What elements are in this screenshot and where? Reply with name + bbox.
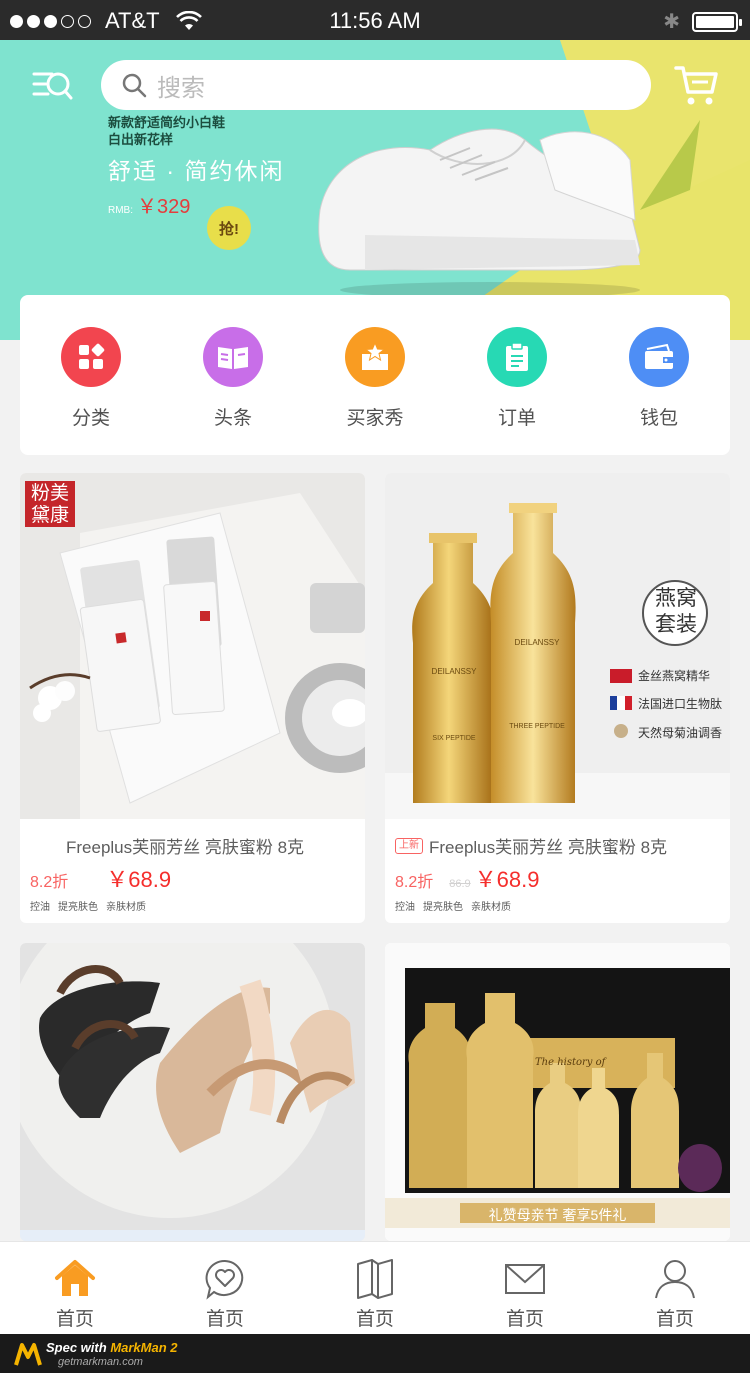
category-label: 分类 xyxy=(71,408,110,429)
bottle-label: SIX PEPTIDE xyxy=(432,735,476,742)
footer-prefix: Spec with xyxy=(46,1340,107,1355)
feature-tags: 控油 提亮肤色 亲肤材质 xyxy=(30,898,355,913)
status-bar: AT&T 11:56 AM ✱ xyxy=(0,0,750,40)
search-icon xyxy=(122,73,147,98)
product-card[interactable]: 燕窝 套装 金丝燕窝精华 法国进口生物肽 天然母菊油调香 DEILANSSY D… xyxy=(385,473,730,923)
currency-label: RMB: xyxy=(108,205,133,216)
tab-label: 首页 xyxy=(355,1309,394,1330)
battery-icon xyxy=(692,11,742,32)
category-item-4[interactable]: 钱包 xyxy=(588,295,730,455)
home-icon xyxy=(55,1260,95,1296)
feature-tag: 提亮肤色 xyxy=(58,902,98,913)
tab-home[interactable]: 首页 xyxy=(0,1242,150,1334)
product-set-label: 燕窝 套装 xyxy=(654,585,698,637)
category-label: 买家秀 xyxy=(346,408,404,429)
feature-tag: 亲肤材质 xyxy=(106,902,146,913)
user-icon xyxy=(655,1260,695,1299)
category-label: 订单 xyxy=(497,408,536,429)
feature-tags: 控油 提亮肤色 亲肤材质 xyxy=(395,898,720,913)
book-open-icon xyxy=(357,1259,393,1299)
product-price: ￥68.9 xyxy=(474,867,540,892)
tab-messages[interactable]: 首页 xyxy=(150,1242,300,1334)
footer-brand: Spec with MarkMan 2 xyxy=(46,1340,178,1355)
category-item-2[interactable]: 买家秀 xyxy=(304,295,446,455)
category-label: 钱包 xyxy=(639,408,678,429)
product-image: 燕窝 套装 金丝燕窝精华 法国进口生物肽 天然母菊油调香 DEILANSSY D… xyxy=(385,473,730,819)
clock: 11:56 AM xyxy=(329,8,421,33)
cart-icon[interactable] xyxy=(672,60,720,108)
product-price: ￥68.9 xyxy=(106,867,172,892)
banner-price-value: ￥329 xyxy=(137,196,191,218)
heart-chat-icon xyxy=(205,1259,244,1300)
gift-box-text: The history of xyxy=(535,1057,606,1068)
discount-label: 8.2折 xyxy=(395,874,434,891)
feature-line: 金丝燕窝精华 xyxy=(638,669,711,683)
set-label-line: 燕窝 xyxy=(655,586,697,610)
category-label: 头条 xyxy=(213,408,252,429)
set-label-line: 套装 xyxy=(655,612,697,636)
brand-logo: 粉美黛康 xyxy=(25,481,75,527)
box-star-icon xyxy=(345,327,405,387)
banner-subheadline: 白出新花样 xyxy=(108,132,174,147)
tab-profile[interactable]: 首页 xyxy=(600,1242,750,1334)
feature-line: 法国进口生物肽 xyxy=(638,697,723,711)
banner-slogan: 舒适 · 简约休闲 xyxy=(108,158,285,184)
markman-logo-icon xyxy=(14,1343,42,1366)
product-title: Freeplus芙丽芳丝 亮肤蜜粉 8克 xyxy=(66,838,305,857)
footer-brand-name: MarkMan 2 xyxy=(110,1340,178,1355)
white-shoe-image xyxy=(318,128,641,298)
bottle-label: THREE PEPTIDE xyxy=(509,723,565,730)
feature-line: 天然母菊油调香 xyxy=(638,726,723,740)
category-bar: 分类 头条 买家秀 订单 钱包 xyxy=(20,295,730,455)
product-info: Freeplus芙丽芳丝 亮肤蜜粉 8克 8.2折 ￥68.9 控油 提亮肤色 亲肤… xyxy=(20,819,365,923)
original-price: 86.9 xyxy=(449,878,471,890)
product-card[interactable] xyxy=(20,943,365,1241)
feature-tag: 提亮肤色 xyxy=(423,902,463,913)
promo-banner-text: 礼赞母亲节 奢享5件礼 xyxy=(488,1207,627,1223)
bottle-label: DEILANSSY xyxy=(514,638,560,647)
discount-label: 8.2折 xyxy=(30,874,69,891)
cosmetics-set-image xyxy=(385,943,730,1241)
status-right: ✱ xyxy=(663,9,742,34)
product-card[interactable]: 粉美黛康 Freeplus芙丽芳丝 亮肤蜜粉 8克 8.2折 ￥68.9 控油提… xyxy=(20,473,365,923)
category-item-3[interactable]: 订单 xyxy=(446,295,588,455)
product-card[interactable]: The history of 礼赞母亲节 奢享5件礼 xyxy=(385,943,730,1241)
bottle-label: DEILANSSY xyxy=(431,667,477,676)
product-image: 粉美黛康 xyxy=(20,473,365,819)
sandals-image xyxy=(20,943,365,1241)
tab-reading[interactable]: 首页 xyxy=(300,1242,450,1334)
tab-mail[interactable]: 首页 xyxy=(450,1242,600,1334)
footer-url: getmarkman.com xyxy=(58,1356,143,1368)
tab-label: 首页 xyxy=(55,1309,94,1330)
search-placeholder: 搜索 xyxy=(157,74,205,102)
tab-label: 首页 xyxy=(505,1309,544,1330)
grab-badge[interactable]: 抢! xyxy=(207,206,251,250)
feature-tag: 亲肤材质 xyxy=(471,902,511,913)
feature-tag: 控油 xyxy=(395,902,415,913)
category-item-1[interactable]: 头条 xyxy=(162,295,304,455)
menu-search-icon[interactable] xyxy=(30,64,74,108)
banner-price: RMB: ￥329 xyxy=(108,190,190,219)
category-item-0[interactable]: 分类 xyxy=(20,295,162,455)
tab-label: 首页 xyxy=(205,1309,244,1330)
new-tag: 上新 xyxy=(395,837,423,854)
product-title: Freeplus芙丽芳丝 亮肤蜜粉 8克 xyxy=(429,838,668,857)
mail-icon xyxy=(505,1264,545,1294)
clipboard-icon xyxy=(487,327,547,387)
book-icon xyxy=(203,327,263,387)
tab-label: 首页 xyxy=(655,1309,694,1330)
product-info: 上新 Freeplus芙丽芳丝 亮肤蜜粉 8克 8.2折 86.9 ￥68.9 … xyxy=(385,819,730,923)
wallet-icon xyxy=(629,327,689,387)
feature-tag: 控油 xyxy=(30,902,50,913)
bottom-tab-bar: 首页 首页 首页 首页 首页 xyxy=(0,1241,750,1334)
bluetooth-icon: ✱ xyxy=(663,11,680,33)
grid-icon xyxy=(61,327,121,387)
markman-footer: Spec with MarkMan 2 getmarkman.com xyxy=(0,1334,750,1373)
